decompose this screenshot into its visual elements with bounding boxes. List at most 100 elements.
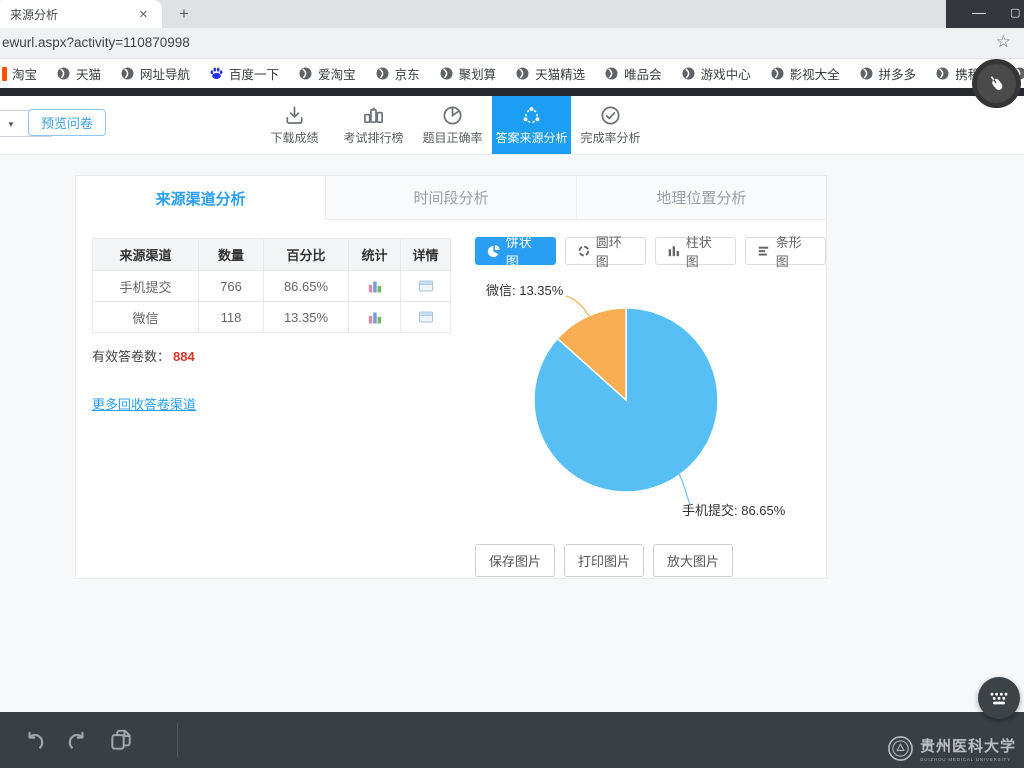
nav-question-accuracy[interactable]: 题目正确率 (413, 96, 492, 154)
globe-icon (298, 66, 313, 81)
nav-exam-ranking[interactable]: 考试排行榜 (334, 96, 413, 154)
pie-label-wechat: 微信: 13.35% (486, 280, 563, 299)
valid-count-line: 有效答卷数：884 (92, 346, 195, 365)
browser-tab[interactable]: 来源分析 ✕ (0, 0, 162, 28)
bookmark-baidu[interactable]: 百度一下 (209, 64, 279, 83)
undo-icon (22, 728, 48, 754)
download-icon (283, 104, 306, 127)
tab-title: 来源分析 (10, 6, 135, 23)
donut-chart-button[interactable]: 圆环图 (565, 237, 646, 265)
globe-icon (120, 66, 135, 81)
copy-page-button[interactable] (108, 727, 134, 758)
source-table: 来源渠道 数量 百分比 统计 详情 手机提交 766 86.65% (92, 238, 451, 333)
copy-icon (108, 727, 134, 753)
stats-bar-icon[interactable] (367, 309, 383, 325)
bookmark-aitaobao[interactable]: 爱淘宝 (298, 64, 356, 83)
analysis-card: 来源渠道分析 时间段分析 地理位置分析 来源渠道 数量 百分比 统计 详情 手机… (75, 175, 827, 579)
image-action-buttons: 保存图片 打印图片 放大图片 (475, 544, 733, 577)
university-logo: 贵州医科大学 GUIZHOU MEDICAL UNIVERSITY (887, 735, 1016, 762)
maximize-button[interactable]: ▢ (1010, 6, 1020, 19)
redo-button[interactable] (64, 728, 90, 759)
pie-slices (534, 308, 718, 492)
minimize-button[interactable]: — (972, 4, 986, 20)
bookmark-star-icon[interactable]: ☆ (996, 32, 1011, 52)
bookmark-movies[interactable]: 影视大全 (770, 64, 840, 83)
col-stats: 统计 (349, 239, 401, 271)
bookmark-taobao[interactable]: 淘宝 (2, 64, 37, 83)
globe-icon (604, 66, 619, 81)
mouse-icon (985, 72, 1009, 96)
bookmark-games[interactable]: 游戏中心 (681, 64, 751, 83)
pie-label-mobile: 手机提交: 86.65% (682, 500, 785, 519)
analysis-body: 来源渠道 数量 百分比 统计 详情 手机提交 766 86.65% (76, 220, 826, 578)
new-tab-button[interactable]: + (172, 2, 196, 26)
chevron-down-icon: ▼ (7, 120, 15, 129)
keyboard-button[interactable] (978, 677, 1020, 719)
chart-type-buttons: 饼状图 圆环图 柱状图 条形图 (475, 237, 826, 265)
ranking-icon (362, 104, 385, 127)
page-content: 来源渠道分析 时间段分析 地理位置分析 来源渠道 数量 百分比 统计 详情 手机… (0, 156, 1024, 712)
bookmark-juhuasuan[interactable]: 聚划算 (439, 64, 497, 83)
tab-geolocation[interactable]: 地理位置分析 (576, 176, 826, 220)
nav-download-scores[interactable]: 下载成绩 (255, 96, 334, 154)
nav-completion-rate[interactable]: 完成率分析 (571, 96, 650, 154)
keyboard-icon (986, 685, 1012, 711)
tab-close-icon[interactable]: ✕ (135, 6, 152, 23)
page-divider-bar (0, 88, 1024, 96)
bookmark-tmall-select[interactable]: 天猫精选 (515, 64, 585, 83)
url-text: ewurl.aspx?activity=110870998 (2, 35, 190, 50)
donut-icon (577, 244, 591, 258)
analysis-nav: 下载成绩 考试排行榜 题目正确率 答案来源分析 完成率分析 (255, 96, 650, 154)
col-percent: 百分比 (264, 239, 349, 271)
tab-source-channel[interactable]: 来源渠道分析 (76, 176, 325, 220)
column-chart-button[interactable]: 柱状图 (655, 237, 736, 265)
window-controls: — ▢ (946, 0, 1024, 28)
annotation-toolbar: 贵州医科大学 GUIZHOU MEDICAL UNIVERSITY (0, 712, 1024, 768)
screen: 来源分析 ✕ + — ▢ ewurl.aspx?activity=1108709… (0, 0, 1024, 768)
bar-chart-button[interactable]: 条形图 (745, 237, 826, 265)
save-image-button[interactable]: 保存图片 (475, 544, 555, 577)
browser-tab-strip: 来源分析 ✕ + — ▢ (0, 0, 1024, 28)
university-seal-icon (887, 735, 914, 762)
pie-chart-button[interactable]: 饼状图 (475, 237, 556, 265)
bookmark-tmall[interactable]: 天猫 (56, 64, 101, 83)
zoom-image-button[interactable]: 放大图片 (653, 544, 733, 577)
pie-chart-icon (441, 104, 464, 127)
globe-icon (439, 66, 454, 81)
col-channel: 来源渠道 (93, 239, 199, 271)
pie-icon (487, 244, 501, 258)
globe-icon (515, 66, 530, 81)
university-name-cn: 贵州医科大学 (920, 735, 1016, 756)
toolbar-divider (177, 723, 178, 757)
valid-count-value: 884 (173, 349, 195, 364)
col-count: 数量 (199, 239, 264, 271)
table-row: 微信 118 13.35% (93, 302, 451, 333)
bookmark-jd[interactable]: 京东 (375, 64, 420, 83)
bookmark-nav[interactable]: 网址导航 (120, 64, 190, 83)
column-icon (667, 244, 681, 258)
globe-icon (681, 66, 696, 81)
bookmark-vip[interactable]: 唯品会 (604, 64, 662, 83)
university-name-en: GUIZHOU MEDICAL UNIVERSITY (920, 757, 1016, 762)
bookmark-pdd[interactable]: 拼多多 (859, 64, 917, 83)
undo-button[interactable] (22, 728, 48, 759)
globe-icon (56, 66, 71, 81)
url-bar[interactable]: ewurl.aspx?activity=110870998 ☆ (0, 28, 1024, 59)
more-channels-link[interactable]: 更多回收答卷渠道 (92, 394, 196, 413)
detail-window-icon[interactable] (418, 309, 434, 325)
taobao-icon (2, 67, 7, 81)
stats-bar-icon[interactable] (367, 278, 383, 294)
redo-icon (64, 728, 90, 754)
detail-window-icon[interactable] (418, 278, 434, 294)
col-detail: 详情 (401, 239, 451, 271)
bookmarks-bar: 淘宝 天猫 网址导航 百度一下 爱淘宝 京东 聚划算 天猫精选 唯品会 游戏中心… (0, 59, 1024, 88)
print-image-button[interactable]: 打印图片 (564, 544, 644, 577)
tab-time-period[interactable]: 时间段分析 (325, 176, 575, 220)
globe-icon (859, 66, 874, 81)
preview-questionnaire-button[interactable]: 预览问卷 (28, 109, 106, 136)
table-header-row: 来源渠道 数量 百分比 统计 详情 (93, 239, 451, 271)
leader-line-wechat (566, 296, 589, 316)
baidu-icon (209, 66, 224, 81)
nav-answer-source[interactable]: 答案来源分析 (492, 96, 571, 154)
survey-toolbar: ▼ 预览问卷 下载成绩 考试排行榜 题目正确率 答案来源分析 完成率分析 (0, 96, 1024, 155)
